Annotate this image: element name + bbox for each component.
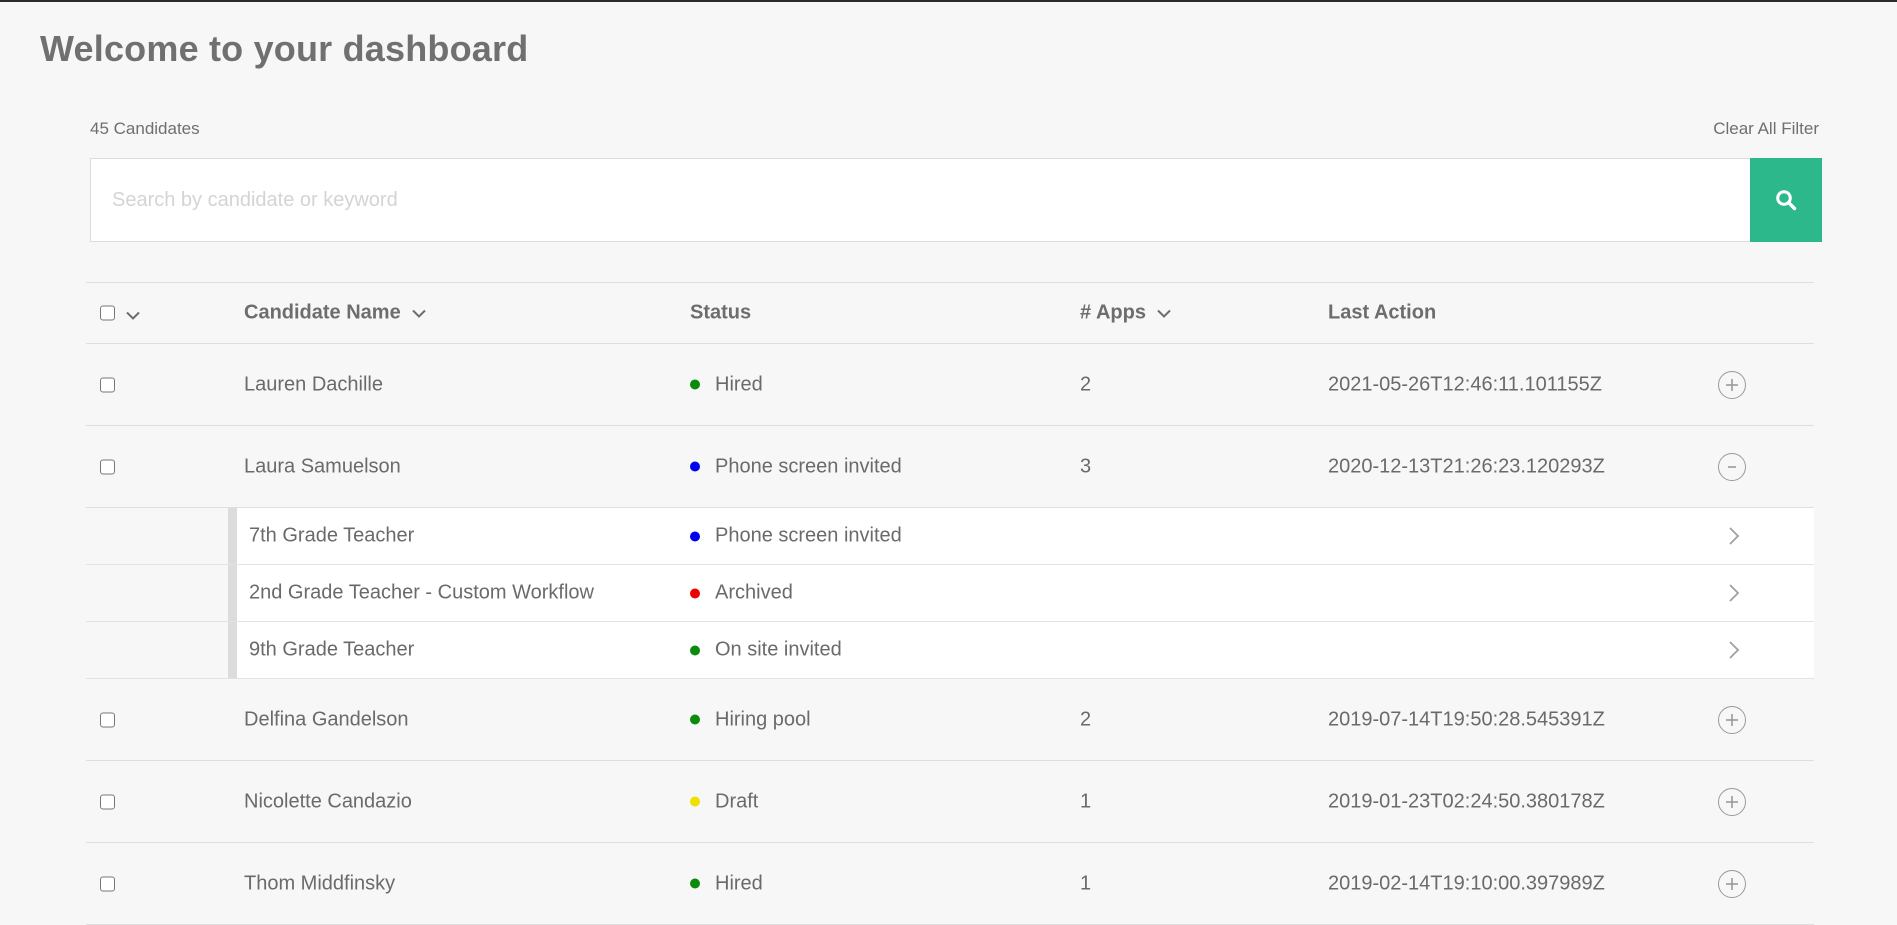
row-select (100, 708, 115, 731)
job-title: 2nd Grade Teacher - Custom Workflow (249, 581, 594, 604)
status-label: Phone screen invited (715, 455, 902, 477)
chevron-right-icon[interactable] (1728, 583, 1740, 603)
search-icon (1776, 190, 1797, 211)
last-action: 2019-07-14T19:50:28.545391Z (1328, 708, 1605, 730)
status-cell: Hired (690, 872, 763, 895)
status-label: Hiring pool (715, 708, 811, 730)
column-header-apps[interactable]: # Apps (1080, 302, 1172, 325)
application-row[interactable]: 2nd Grade Teacher - Custom Workflow Arch… (86, 565, 1814, 622)
plus-circle-icon (1718, 787, 1746, 816)
status-cell: Hiring pool (690, 708, 811, 731)
candidate-name[interactable]: Delfina Gandelson (244, 708, 409, 731)
select-all-checkbox[interactable] (100, 305, 115, 321)
last-action: 2020-12-13T21:26:23.120293Z (1328, 455, 1605, 477)
expand-button[interactable] (1718, 787, 1746, 816)
table-row: Nicolette Candazio Draft 1 2019-01-23T02… (86, 761, 1814, 843)
expand-button[interactable] (1718, 869, 1746, 898)
page-title: Welcome to your dashboard (40, 28, 529, 69)
row-select (100, 455, 115, 478)
row-checkbox[interactable] (100, 876, 115, 892)
apps-count: 2 (1080, 708, 1092, 730)
expand-button[interactable] (1718, 370, 1746, 399)
indent-bar (228, 565, 237, 621)
indent-bar (228, 508, 237, 564)
apps-count: 1 (1080, 872, 1092, 894)
candidate-count: 45 Candidates (90, 119, 200, 138)
minus-circle-icon (1718, 452, 1746, 481)
indent-bar (228, 622, 237, 678)
search-button[interactable] (1750, 158, 1822, 242)
status-label: Phone screen invited (715, 524, 902, 547)
top-border (0, 0, 1897, 2)
status-cell: Draft (690, 790, 758, 813)
status-cell: On site invited (690, 639, 842, 662)
status-label: Draft (715, 790, 759, 812)
status-cell: Phone screen invited (690, 525, 902, 548)
candidates-table: Candidate Name Status # Apps Last Action… (86, 282, 1814, 925)
row-checkbox[interactable] (100, 794, 115, 810)
select-all-control (100, 305, 141, 321)
status-cell: Phone screen invited (690, 455, 902, 478)
column-header-last-action: Last Action (1328, 301, 1437, 324)
column-header-status: Status (690, 301, 752, 324)
application-row[interactable]: 9th Grade Teacher On site invited (86, 622, 1814, 679)
expand-button[interactable] (1718, 705, 1746, 734)
chevron-right-icon[interactable] (1728, 640, 1740, 660)
job-title: 9th Grade Teacher (249, 638, 415, 661)
row-select (100, 373, 115, 396)
row-select (100, 872, 115, 895)
chevron-down-icon[interactable] (125, 310, 141, 320)
status-dot (690, 714, 700, 725)
search-bar (90, 158, 1822, 242)
row-select (100, 790, 115, 813)
status-dot (690, 379, 700, 390)
status-label: Hired (715, 872, 763, 894)
status-dot (690, 531, 700, 541)
apps-count: 2 (1080, 373, 1092, 395)
job-title: 7th Grade Teacher (249, 524, 415, 547)
status-cell: Archived (690, 582, 793, 605)
plus-circle-icon (1718, 370, 1746, 399)
row-checkbox[interactable] (100, 459, 115, 475)
last-action: 2019-01-23T02:24:50.380178Z (1328, 790, 1605, 812)
status-dot (690, 878, 700, 889)
column-header-label: # Apps (1080, 301, 1146, 324)
plus-circle-icon (1718, 705, 1746, 734)
table-row: Laura Samuelson Phone screen invited 3 2… (86, 426, 1814, 508)
chevron-down-icon (412, 309, 426, 318)
clear-all-filter-link[interactable]: Clear All Filter (1713, 119, 1819, 139)
collapse-button[interactable] (1718, 452, 1746, 481)
status-cell: Hired (690, 373, 763, 396)
candidate-name[interactable]: Nicolette Candazio (244, 790, 412, 813)
table-row: Lauren Dachille Hired 2 2021-05-26T12:46… (86, 344, 1814, 426)
column-header-label: Candidate Name (244, 301, 401, 324)
last-action: 2019-02-14T19:10:00.397989Z (1328, 872, 1605, 894)
table-row: Delfina Gandelson Hiring pool 2 2019-07-… (86, 679, 1814, 761)
table-row: Thom Middfinsky Hired 1 2019-02-14T19:10… (86, 843, 1814, 925)
table-header: Candidate Name Status # Apps Last Action (86, 282, 1814, 344)
status-dot (690, 588, 700, 598)
chevron-right-icon[interactable] (1728, 526, 1740, 546)
row-checkbox[interactable] (100, 712, 115, 728)
status-dot (690, 461, 700, 472)
apps-count: 3 (1080, 455, 1092, 477)
application-row[interactable]: 7th Grade Teacher Phone screen invited (86, 508, 1814, 565)
column-header-candidate-name[interactable]: Candidate Name (244, 302, 427, 325)
candidate-name[interactable]: Thom Middfinsky (244, 872, 395, 895)
plus-circle-icon (1718, 869, 1746, 898)
status-label: Hired (715, 373, 763, 395)
apps-count: 1 (1080, 790, 1092, 812)
search-input[interactable] (90, 158, 1750, 242)
chevron-down-icon (1157, 309, 1171, 318)
candidate-name[interactable]: Laura Samuelson (244, 455, 401, 478)
candidate-name[interactable]: Lauren Dachille (244, 373, 383, 396)
row-checkbox[interactable] (100, 377, 115, 393)
status-label: Archived (715, 581, 793, 604)
status-label: On site invited (715, 638, 842, 661)
status-dot (690, 796, 700, 807)
last-action: 2021-05-26T12:46:11.101155Z (1328, 373, 1602, 395)
status-dot (690, 645, 700, 655)
